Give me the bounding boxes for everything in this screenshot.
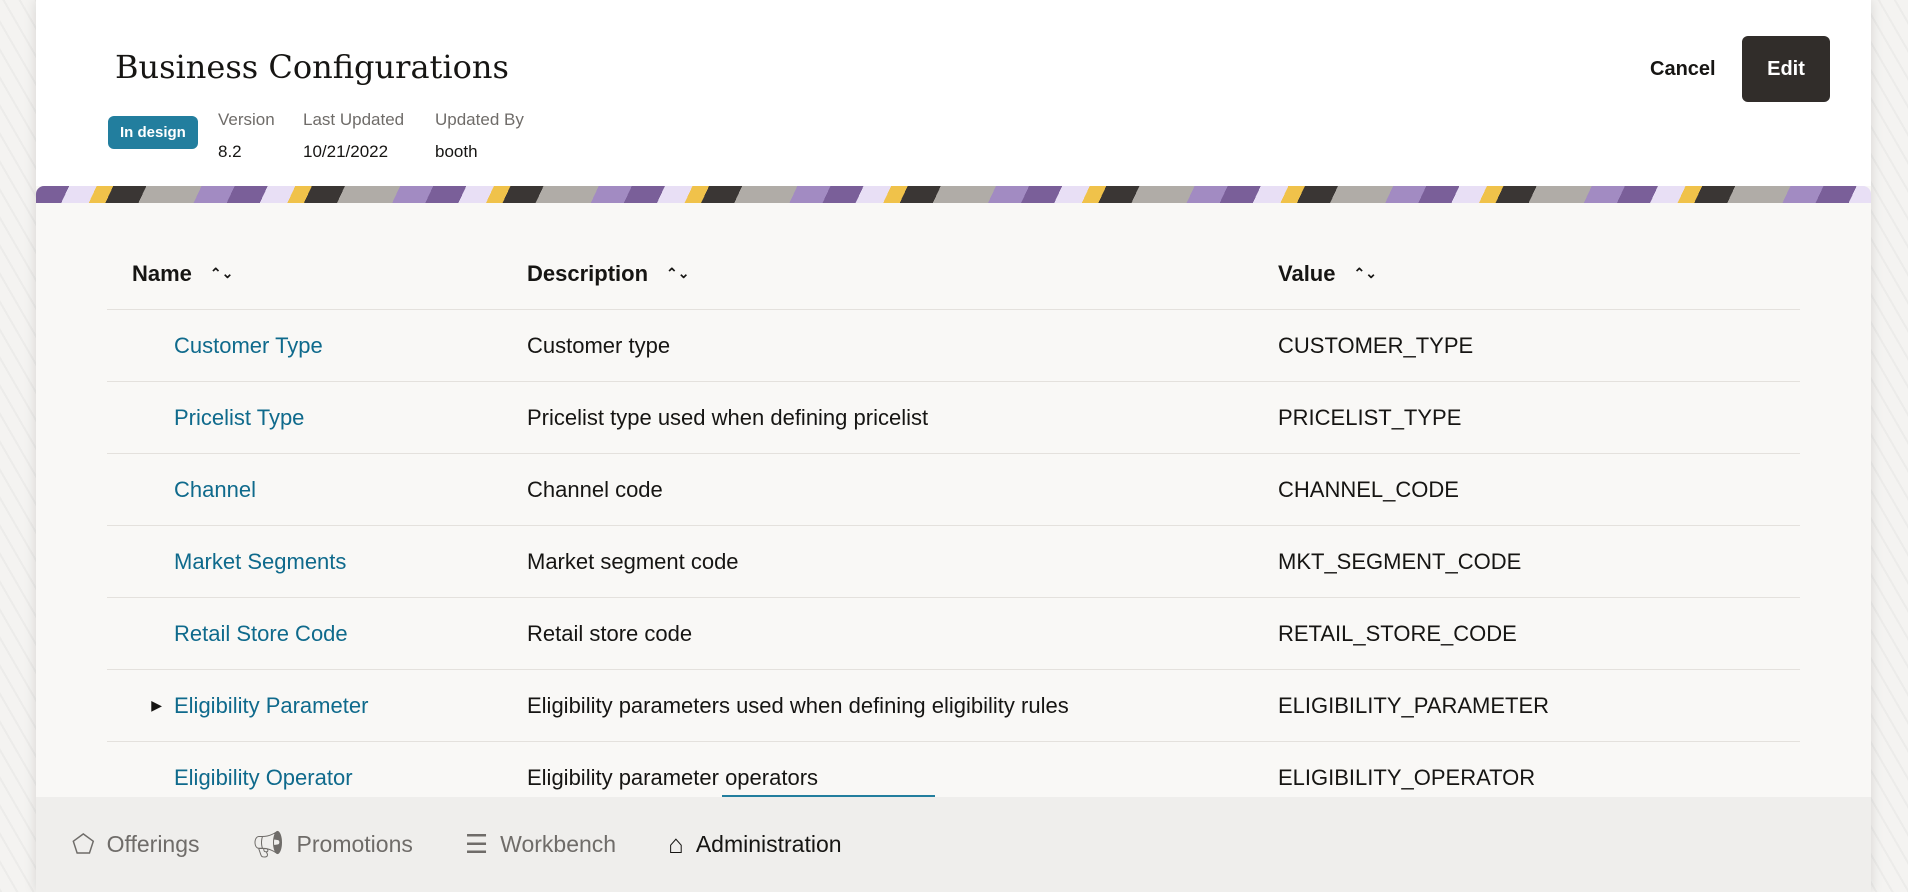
column-label: Name: [132, 260, 192, 286]
name-link[interactable]: Eligibility Operator: [174, 765, 353, 791]
name-link[interactable]: Retail Store Code: [174, 621, 348, 647]
last-updated-meta: Last Updated 10/21/2022: [303, 110, 404, 162]
table-row: Customer Type Customer type CUSTOMER_TYPE: [107, 310, 1800, 382]
name-link[interactable]: Market Segments: [174, 549, 346, 575]
cancel-button[interactable]: Cancel: [1650, 58, 1716, 81]
table-row: Channel Channel code CHANNEL_CODE: [107, 454, 1800, 526]
description-cell: Eligibility parameters used when definin…: [527, 692, 1069, 718]
name-link[interactable]: Channel: [174, 477, 256, 503]
decorative-banner: [36, 186, 1871, 203]
nav-label: Workbench: [500, 831, 617, 857]
column-header-name[interactable]: Name ⌃⌄: [107, 261, 527, 287]
table-header: Name ⌃⌄ Description ⌃⌄ Value ⌃⌄: [107, 238, 1800, 310]
name-link[interactable]: Customer Type: [174, 333, 323, 359]
name-cell: Retail Store Code: [107, 621, 527, 647]
column-label: Value: [1278, 260, 1336, 286]
table-row: Market Segments Market segment code MKT_SE…: [107, 526, 1800, 598]
status-badge: In design: [108, 116, 198, 149]
main-panel: Business Configurations In design Versio…: [36, 0, 1871, 892]
sort-icon[interactable]: ⌃⌄: [1353, 265, 1376, 282]
version-label: Version: [218, 110, 275, 129]
table-row: ▶ Eligibility Parameter Eligibility parame…: [107, 670, 1800, 742]
name-link[interactable]: Pricelist Type: [174, 405, 304, 431]
name-cell: Channel: [107, 477, 527, 503]
version-meta: Version 8.2: [218, 110, 275, 162]
value-cell: ELIGIBILITY_PARAMETER: [1278, 692, 1550, 718]
table-row: Retail Store Code Retail store code RETAIL…: [107, 598, 1800, 670]
column-header-description[interactable]: Description ⌃⌄: [527, 261, 1278, 287]
updated-by-value: booth: [435, 142, 478, 161]
name-link[interactable]: Eligibility Parameter: [174, 693, 368, 719]
sort-icon[interactable]: ⌃⌄: [666, 265, 689, 282]
last-updated-value: 10/21/2022: [303, 142, 389, 161]
bottom-nav: ⬠ Offerings 📢︎ Promotions ☰ Workbench ⌂ Admi…: [36, 797, 1871, 892]
value-cell: PRICELIST_TYPE: [1278, 404, 1462, 430]
description-cell: Customer type: [527, 332, 671, 358]
value-cell: RETAIL_STORE_CODE: [1278, 620, 1517, 646]
name-cell: Eligibility Operator: [107, 765, 527, 791]
name-cell: ▶ Eligibility Parameter: [107, 693, 527, 719]
nav-label: Promotions: [296, 831, 413, 857]
value-cell: MKT_SEGMENT_CODE: [1278, 548, 1522, 574]
description-cell: Pricelist type used when defining pricel…: [527, 404, 929, 430]
nav-label: Administration: [695, 831, 842, 857]
value-cell: ELIGIBILITY_OPERATOR: [1278, 764, 1536, 790]
table-row: Pricelist Type Pricelist type used when d…: [107, 382, 1800, 454]
list-icon: ☰: [464, 829, 489, 859]
nav-administration[interactable]: ⌂ Administration: [668, 829, 841, 860]
nav-promotions[interactable]: 📢︎ Promotions: [252, 829, 413, 860]
page-header: Business Configurations In design Versio…: [36, 0, 1871, 186]
description-cell: Market segment code: [527, 548, 739, 574]
megaphone-icon: 📢︎: [251, 829, 285, 859]
name-cell: Customer Type: [107, 333, 527, 359]
description-cell: Eligibility parameter operators: [527, 764, 819, 790]
tag-icon: ⬠: [72, 829, 95, 859]
sort-icon[interactable]: ⌃⌄: [210, 265, 233, 282]
nav-workbench[interactable]: ☰ Workbench: [465, 829, 616, 860]
updated-by-label: Updated By: [435, 110, 524, 129]
config-table: Name ⌃⌄ Description ⌃⌄ Value ⌃⌄ Customer Ty…: [107, 238, 1800, 814]
nav-label: Offerings: [106, 831, 200, 857]
description-cell: Channel code: [527, 476, 663, 502]
column-label: Description: [527, 260, 649, 286]
admin-icon: ⌂: [668, 829, 684, 859]
page-title: Business Configurations: [115, 48, 509, 86]
nav-offerings[interactable]: ⬠ Offerings: [72, 829, 200, 860]
name-cell: Market Segments: [107, 549, 527, 575]
updated-by-meta: Updated By booth: [435, 110, 524, 162]
expand-icon[interactable]: ▶: [132, 697, 174, 714]
column-header-value[interactable]: Value ⌃⌄: [1278, 261, 1800, 287]
value-cell: CUSTOMER_TYPE: [1278, 332, 1474, 358]
edit-button[interactable]: Edit: [1742, 36, 1830, 102]
version-value: 8.2: [218, 142, 242, 161]
name-cell: Pricelist Type: [107, 405, 527, 431]
value-cell: CHANNEL_CODE: [1278, 476, 1459, 502]
last-updated-label: Last Updated: [303, 110, 405, 129]
description-cell: Retail store code: [527, 620, 693, 646]
